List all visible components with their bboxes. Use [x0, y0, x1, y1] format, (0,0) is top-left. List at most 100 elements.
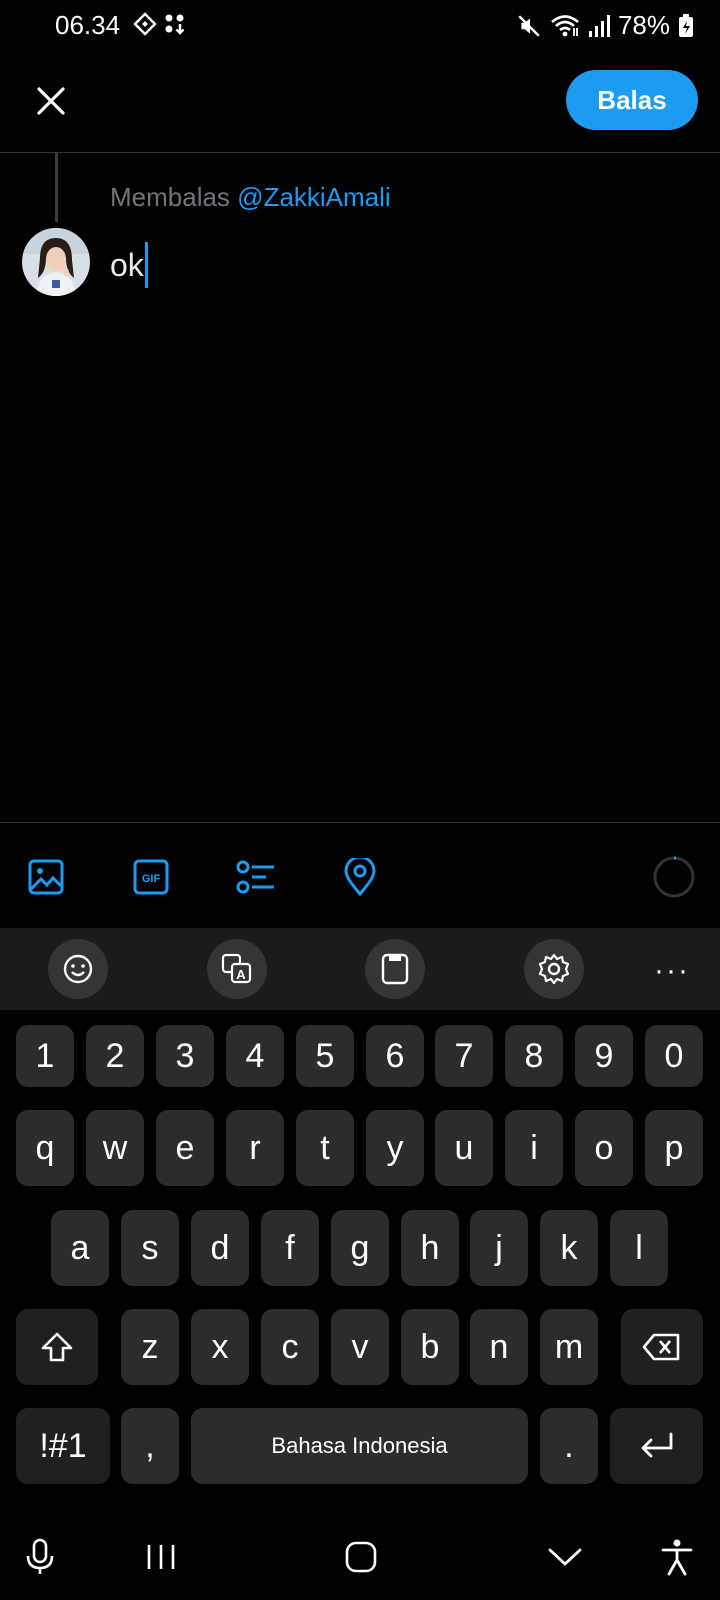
add-image-button[interactable] — [26, 857, 66, 897]
more-icon[interactable]: ··· — [654, 954, 690, 988]
image-icon — [28, 859, 64, 895]
enter-key[interactable] — [610, 1408, 703, 1484]
close-button[interactable] — [28, 78, 74, 124]
key-v[interactable]: v — [331, 1309, 389, 1385]
key-z[interactable]: z — [121, 1309, 179, 1385]
key-u[interactable]: u — [435, 1110, 493, 1186]
reply-text-input[interactable]: ok — [110, 242, 148, 288]
shift-key[interactable] — [16, 1309, 98, 1385]
key-s[interactable]: s — [121, 1210, 179, 1286]
mute-icon — [518, 14, 540, 37]
key-0[interactable]: 0 — [645, 1025, 703, 1087]
keyboard: 1 2 3 4 5 6 7 8 9 0 q w e r t y u i o p … — [0, 1010, 720, 1510]
poll-icon — [236, 860, 274, 894]
key-7[interactable]: 7 — [435, 1025, 493, 1087]
clipboard-icon — [381, 953, 409, 985]
svg-text:GIF: GIF — [142, 873, 161, 885]
reply-text: ok — [110, 246, 144, 283]
key-m[interactable]: m — [540, 1309, 598, 1385]
key-i[interactable]: i — [505, 1110, 563, 1186]
backspace-icon — [642, 1333, 680, 1361]
add-location-button[interactable] — [340, 857, 380, 897]
compose-header: Balas — [0, 60, 720, 153]
translate-button[interactable]: A — [207, 939, 267, 999]
battery-icon — [679, 13, 693, 37]
key-y[interactable]: y — [366, 1110, 424, 1186]
period-key[interactable]: . — [540, 1408, 598, 1484]
status-time: 06.34 — [55, 10, 121, 40]
replying-handle[interactable]: @ZakkiAmali — [237, 182, 391, 212]
character-counter-icon — [653, 856, 695, 898]
wifi-icon — [551, 14, 579, 36]
key-4[interactable]: 4 — [226, 1025, 284, 1087]
key-l[interactable]: l — [610, 1210, 668, 1286]
key-5[interactable]: 5 — [296, 1025, 354, 1087]
shift-icon — [41, 1332, 73, 1362]
voice-input-button[interactable] — [15, 1532, 65, 1582]
apps-download-icon — [165, 14, 185, 35]
key-p[interactable]: p — [645, 1110, 703, 1186]
hide-keyboard-icon — [548, 1548, 582, 1566]
key-b[interactable]: b — [401, 1309, 459, 1385]
keyboard-toolbar: A ··· — [0, 928, 720, 1010]
key-3[interactable]: 3 — [156, 1025, 214, 1087]
key-k[interactable]: k — [540, 1210, 598, 1286]
key-h[interactable]: h — [401, 1210, 459, 1286]
key-1[interactable]: 1 — [16, 1025, 74, 1087]
key-2[interactable]: 2 — [86, 1025, 144, 1087]
recents-icon — [147, 1545, 175, 1569]
key-x[interactable]: x — [191, 1309, 249, 1385]
key-n[interactable]: n — [470, 1309, 528, 1385]
hide-keyboard-button[interactable] — [540, 1532, 590, 1582]
key-j[interactable]: j — [470, 1210, 528, 1286]
key-9[interactable]: 9 — [575, 1025, 633, 1087]
backspace-key[interactable] — [621, 1309, 703, 1385]
key-w[interactable]: w — [86, 1110, 144, 1186]
add-gif-button[interactable]: GIF — [131, 857, 171, 897]
key-8[interactable]: 8 — [505, 1025, 563, 1087]
status-bar: 06.34 78% — [0, 0, 720, 50]
add-poll-button[interactable] — [236, 857, 276, 897]
key-d[interactable]: d — [191, 1210, 249, 1286]
symbols-key[interactable]: !#1 — [16, 1408, 110, 1484]
home-button[interactable] — [336, 1532, 386, 1582]
key-t[interactable]: t — [296, 1110, 354, 1186]
key-q[interactable]: q — [16, 1110, 74, 1186]
comma-key[interactable]: , — [121, 1408, 179, 1484]
avatar-image — [22, 228, 90, 296]
enter-icon — [641, 1432, 672, 1458]
key-g[interactable]: g — [331, 1210, 389, 1286]
location-icon — [344, 858, 376, 896]
key-c[interactable]: c — [261, 1309, 319, 1385]
key-6[interactable]: 6 — [366, 1025, 424, 1087]
key-e[interactable]: e — [156, 1110, 214, 1186]
space-key[interactable]: Bahasa Indonesia — [191, 1408, 528, 1484]
gif-icon: GIF — [133, 859, 169, 895]
recents-button[interactable] — [136, 1532, 186, 1582]
key-f[interactable]: f — [261, 1210, 319, 1286]
replying-to: Membalas @ZakkiAmali — [110, 182, 391, 213]
thread-line — [55, 152, 58, 222]
key-a[interactable]: a — [51, 1210, 109, 1286]
reply-button[interactable]: Balas — [566, 70, 698, 130]
compose-toolbar: GIF — [0, 822, 720, 927]
emoji-icon — [63, 954, 93, 984]
clipboard-button[interactable] — [365, 939, 425, 999]
microphone-icon — [26, 1538, 54, 1574]
settings-icon — [538, 953, 570, 985]
keyboard-settings-button[interactable] — [524, 939, 584, 999]
accessibility-icon — [661, 1539, 693, 1576]
emoji-button[interactable] — [48, 939, 108, 999]
battery-percent: 78% — [617, 10, 670, 40]
navigation-diamond-icon — [133, 12, 157, 36]
close-icon — [37, 87, 65, 115]
key-r[interactable]: r — [226, 1110, 284, 1186]
accessibility-button[interactable] — [652, 1532, 702, 1582]
character-counter — [652, 855, 695, 898]
signal-icon — [588, 14, 610, 37]
key-o[interactable]: o — [575, 1110, 633, 1186]
home-icon — [345, 1541, 377, 1573]
text-caret — [144, 242, 148, 288]
avatar[interactable] — [22, 228, 90, 296]
svg-text:A: A — [236, 967, 246, 982]
